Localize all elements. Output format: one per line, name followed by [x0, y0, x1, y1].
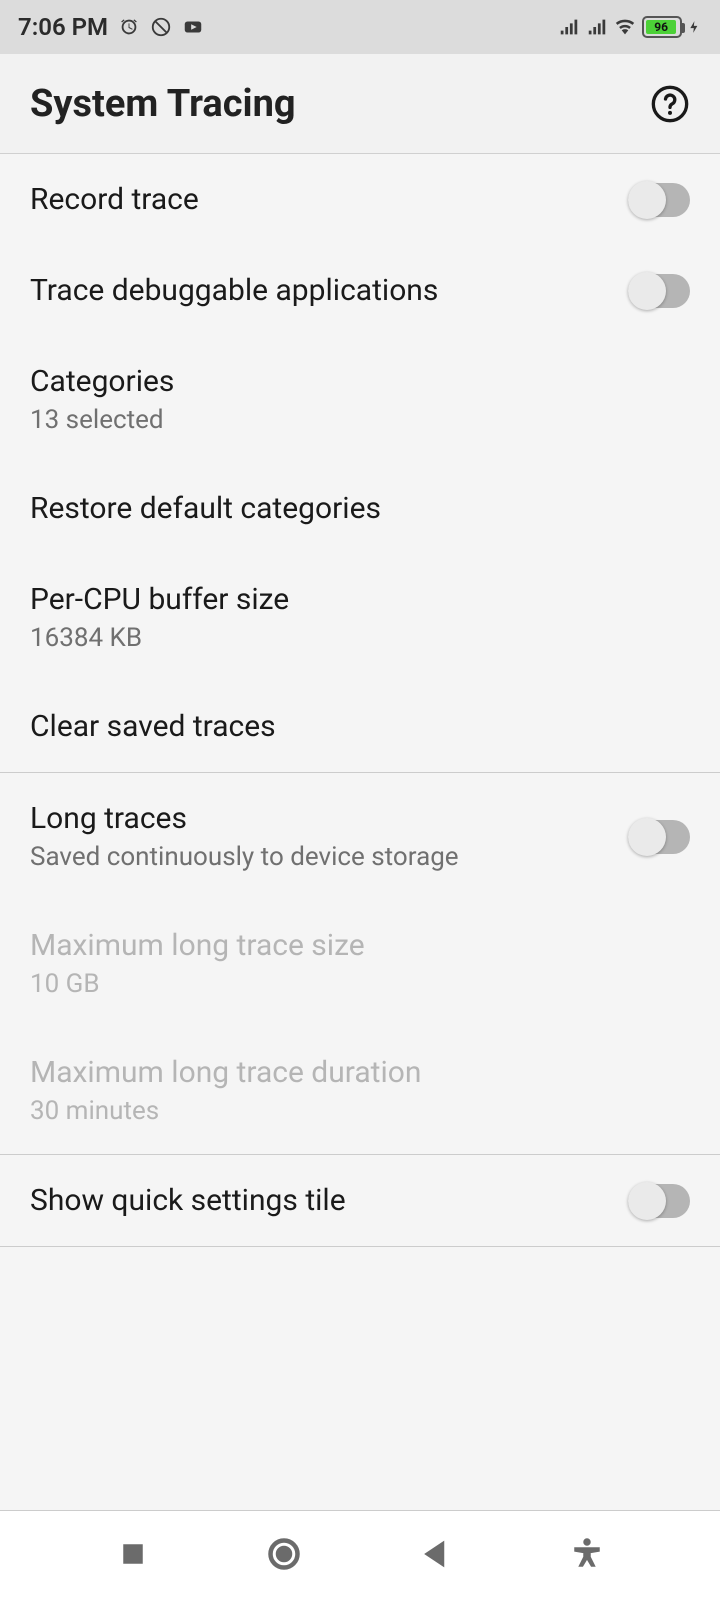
help-icon — [650, 84, 690, 124]
alarm-icon — [118, 16, 140, 38]
quick-settings-tile-item[interactable]: Show quick settings tile — [0, 1155, 720, 1246]
status-right: 96 — [558, 16, 702, 38]
restore-default-item[interactable]: Restore default categories — [0, 463, 720, 554]
record-trace-switch[interactable] — [628, 183, 690, 217]
item-subtitle: 13 selected — [30, 405, 174, 435]
quick-settings-tile-switch[interactable] — [628, 1184, 690, 1218]
max-long-trace-size-item: Maximum long trace size 10 GB — [0, 900, 720, 1027]
item-title: Categories — [30, 364, 174, 399]
youtube-icon — [182, 16, 204, 38]
item-title: Restore default categories — [30, 491, 381, 526]
signal-1-icon — [558, 16, 580, 38]
settings-list: Record trace Trace debuggable applicatio… — [0, 154, 720, 1247]
dnd-icon — [150, 16, 172, 38]
item-title: Maximum long trace size — [30, 928, 365, 963]
categories-item[interactable]: Categories 13 selected — [0, 336, 720, 463]
trace-debuggable-item[interactable]: Trace debuggable applications — [0, 245, 720, 336]
accessibility-button[interactable] — [569, 1536, 605, 1576]
back-button[interactable] — [418, 1536, 454, 1576]
divider — [0, 1246, 720, 1247]
accessibility-icon — [569, 1536, 605, 1572]
circle-icon — [266, 1536, 302, 1572]
triangle-left-icon — [418, 1536, 454, 1572]
battery-percentage: 96 — [646, 20, 676, 34]
item-title: Trace debuggable applications — [30, 273, 438, 308]
trace-debuggable-switch[interactable] — [628, 274, 690, 308]
item-title: Maximum long trace duration — [30, 1055, 421, 1090]
help-button[interactable] — [650, 84, 690, 124]
status-time: 7:06 PM — [18, 13, 108, 41]
item-subtitle: 16384 KB — [30, 623, 289, 653]
long-traces-switch[interactable] — [628, 820, 690, 854]
record-trace-item[interactable]: Record trace — [0, 154, 720, 245]
navigation-bar — [0, 1510, 720, 1600]
recent-apps-button[interactable] — [115, 1536, 151, 1576]
charging-icon — [688, 16, 702, 38]
percpu-buffer-item[interactable]: Per-CPU buffer size 16384 KB — [0, 554, 720, 681]
item-title: Clear saved traces — [30, 709, 276, 744]
wifi-icon — [614, 16, 636, 38]
page-title: System Tracing — [30, 82, 296, 126]
clear-saved-traces-item[interactable]: Clear saved traces — [0, 681, 720, 772]
item-subtitle: 30 minutes — [30, 1096, 421, 1126]
max-long-trace-duration-item: Maximum long trace duration 30 minutes — [0, 1027, 720, 1154]
status-bar: 7:06 PM 96 — [0, 0, 720, 54]
battery-icon: 96 — [642, 16, 682, 38]
app-bar: System Tracing — [0, 54, 720, 154]
long-traces-item[interactable]: Long traces Saved continuously to device… — [0, 773, 720, 900]
item-title: Show quick settings tile — [30, 1183, 346, 1218]
item-subtitle: 10 GB — [30, 969, 365, 999]
square-icon — [115, 1536, 151, 1572]
item-title: Record trace — [30, 182, 199, 217]
item-title: Long traces — [30, 801, 459, 836]
home-button[interactable] — [266, 1536, 302, 1576]
item-title: Per-CPU buffer size — [30, 582, 289, 617]
item-subtitle: Saved continuously to device storage — [30, 842, 459, 872]
status-left: 7:06 PM — [18, 13, 204, 41]
signal-2-icon — [586, 16, 608, 38]
